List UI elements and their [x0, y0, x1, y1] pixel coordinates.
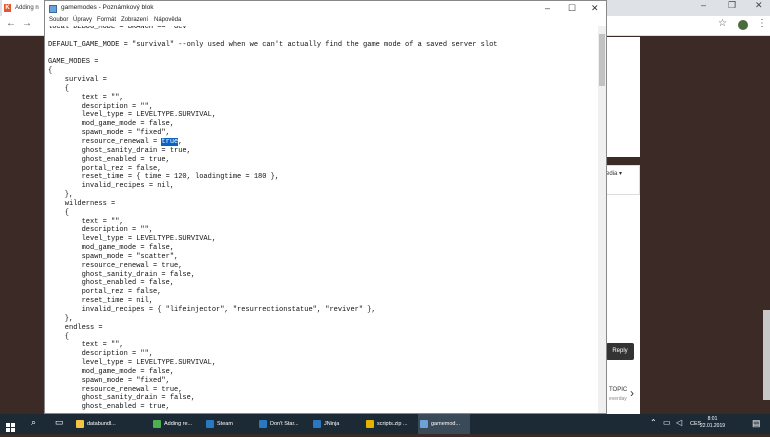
chevron-right-icon[interactable]: ›: [630, 386, 634, 400]
page-card: [605, 37, 640, 157]
notifications-icon[interactable]: ▤: [752, 418, 761, 429]
app-icon: [313, 419, 321, 428]
taskbar-item-label: Adding re...: [164, 421, 193, 427]
forward-arrow-icon[interactable]: →: [22, 18, 32, 29]
taskbar-item-label: databundl...: [87, 421, 116, 427]
taskbar-item[interactable]: scripts.zip ...: [366, 414, 408, 434]
page-panel: [605, 195, 640, 414]
close-icon[interactable]: ✕: [755, 0, 763, 16]
app-icon: [420, 419, 428, 428]
menu-view[interactable]: Zobrazení: [121, 17, 148, 23]
topic-label: TOPIC: [609, 387, 628, 393]
tray-up-icon[interactable]: ⌃: [650, 418, 657, 427]
file-content: local DEBUG_MODE = BRANCH == "dev" DEFAU…: [48, 26, 497, 412]
app-icon: [366, 419, 374, 428]
taskbar-item[interactable]: gamemod...: [420, 414, 460, 434]
avatar[interactable]: [738, 20, 748, 30]
menu-edit[interactable]: Úpravy: [73, 17, 92, 23]
taskbar-item[interactable]: JNinja: [313, 414, 339, 434]
browser-scrollbar[interactable]: [763, 310, 770, 400]
scrollbar-thumb[interactable]: [599, 34, 605, 86]
menu-dots-icon[interactable]: ⋮: [757, 18, 767, 29]
task-view-icon[interactable]: ▭: [55, 417, 64, 428]
back-arrow-icon[interactable]: ←: [6, 18, 16, 29]
app-icon: [259, 419, 267, 428]
maximize-icon[interactable]: ❐: [728, 0, 736, 16]
notepad-window: gamemodes - Poznámkový blok – ☐ ✕ Soubor…: [44, 0, 607, 414]
clock-date: 22.01.2019: [700, 423, 726, 429]
taskbar-item-label: gamemod...: [431, 421, 461, 427]
menu-bar: Soubor Úpravy Formát Zobrazení Nápověda: [45, 17, 606, 26]
app-icon: [153, 419, 161, 428]
taskbar-item-label: scripts.zip ...: [377, 421, 408, 427]
topic-subtitle: everday: [609, 396, 627, 402]
search-icon[interactable]: ⌕: [31, 417, 36, 428]
media-dropdown-label: edia ▾: [606, 171, 623, 177]
clock-time: 8:01: [707, 416, 718, 422]
taskbar-item-label: Steam: [217, 421, 233, 427]
bookmark-star-icon[interactable]: ☆: [718, 18, 727, 29]
windows-start-icon[interactable]: [6, 419, 15, 432]
taskbar-item[interactable]: Don't Star...: [259, 414, 299, 434]
close-icon[interactable]: ✕: [591, 3, 599, 14]
taskbar-item-label: JNinja: [324, 421, 340, 427]
reply-button[interactable]: Reply: [606, 343, 634, 360]
taskbar-item[interactable]: databundl...: [76, 414, 116, 434]
volume-icon[interactable]: ◁: [676, 418, 682, 427]
notepad-icon: [49, 5, 57, 13]
site-favicon-icon: K: [4, 4, 11, 12]
minimize-icon[interactable]: –: [701, 0, 706, 16]
menu-format[interactable]: Formát: [97, 17, 116, 23]
window-title: gamemodes - Poznámkový blok: [61, 4, 154, 11]
code-text: local DEBUG_MODE = BRANCH == "dev" DEFAU…: [48, 26, 498, 146]
taskbar-item[interactable]: Steam: [206, 414, 233, 434]
notepad-title-bar[interactable]: gamemodes - Poznámkový blok – ☐ ✕: [45, 1, 606, 17]
app-icon: [76, 419, 84, 428]
text-editor[interactable]: local DEBUG_MODE = BRANCH == "dev" DEFAU…: [45, 26, 598, 413]
network-icon[interactable]: ▭: [663, 418, 671, 427]
selected-text: true: [161, 137, 179, 146]
clock[interactable]: 8:01 22.01.2019: [700, 416, 725, 430]
menu-file[interactable]: Soubor: [49, 17, 68, 23]
menu-help[interactable]: Nápověda: [154, 17, 181, 23]
code-text: , ghost_sanity_drain = true, ghost_enabl…: [64, 137, 376, 412]
maximize-icon[interactable]: ☐: [568, 3, 576, 14]
taskbar-item-label: Don't Star...: [270, 421, 299, 427]
minimize-icon[interactable]: –: [545, 3, 550, 13]
taskbar: ⌕ ▭ databundl... Adding re... Steam Don't S…: [0, 414, 770, 434]
app-icon: [206, 419, 214, 428]
taskbar-item[interactable]: Adding re...: [153, 414, 192, 434]
